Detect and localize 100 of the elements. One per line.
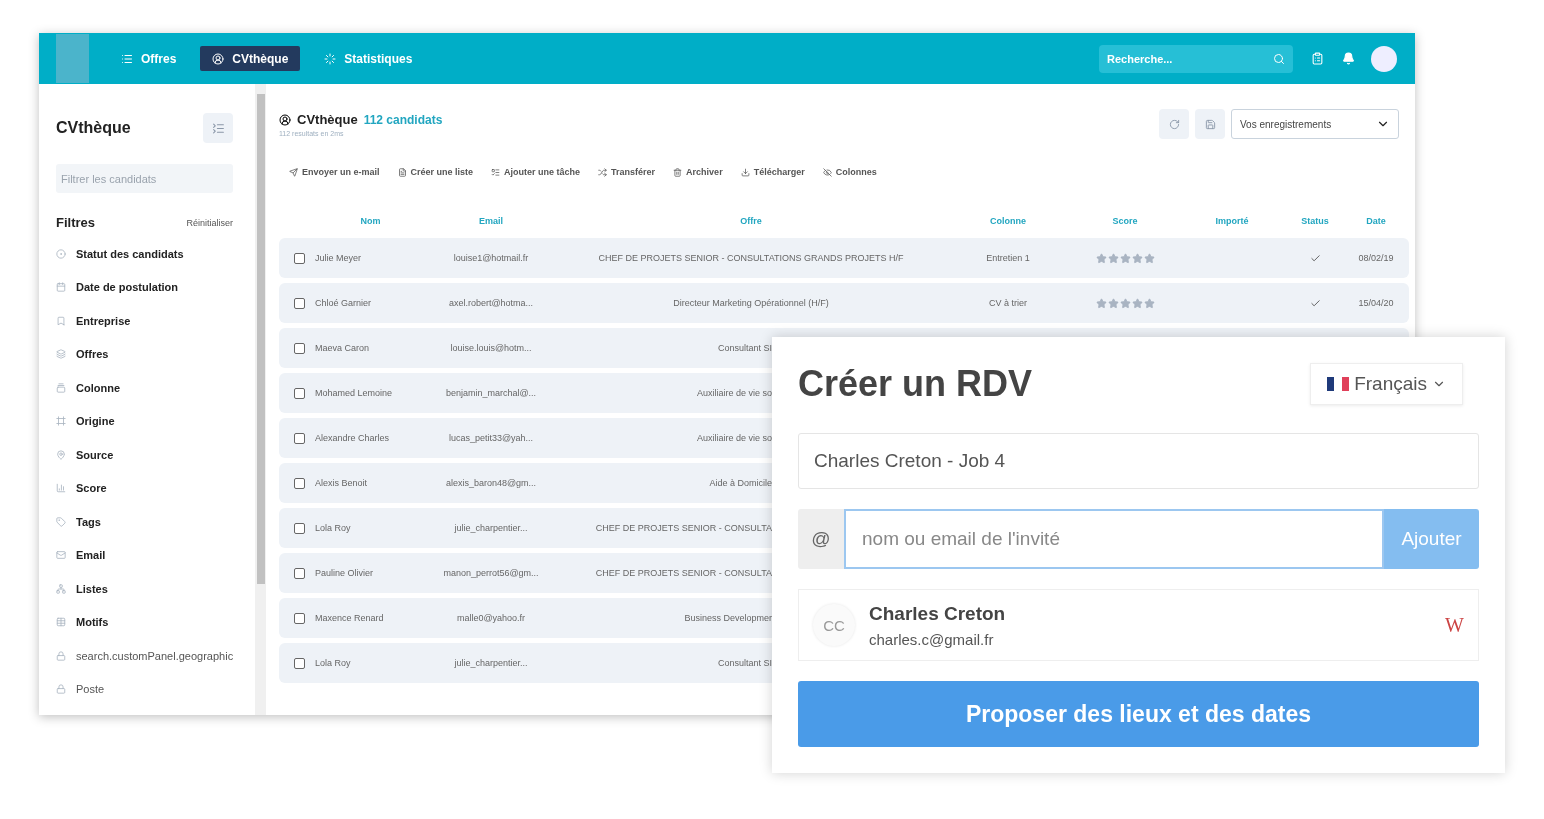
toolbar-action[interactable]: Créer une liste [397,167,474,177]
star-icon [1095,252,1107,264]
table-icon [56,617,66,628]
table-cell-text: Entretien 1 [985,253,1031,263]
star-icon [1095,297,1107,309]
filter-item[interactable]: search.customPanel.geographic [76,649,234,662]
guest-field[interactable]: nom ou email de l'invité [844,509,1384,570]
table-cell-text: Pauline Olivier [315,568,375,578]
refresh-icon [1168,118,1180,130]
filter-item[interactable]: Motifs [76,616,109,629]
filter-item[interactable]: Poste [76,683,105,696]
star-icon [1119,252,1131,264]
star-icon [1107,297,1119,309]
language-dropdown[interactable]: Français [1310,363,1463,405]
table-cell-text: CHEF DE PROJETS SENIOR - CONSULTATIONS GRANDS PROJETS H/F [597,253,905,263]
filter-item[interactable]: Source [76,448,114,461]
flag-icon [1327,377,1350,391]
table-cell-text: Consultant SI [716,343,772,353]
row-checkbox[interactable] [294,387,305,399]
toolbar-action[interactable]: Archiver [673,167,723,177]
lock-icon [56,684,66,695]
table-row[interactable]: Julie Meyer louise1@hotmail.fr CHEF DE PROJETS SENIOR - CONSULTATIONS GRANDS PROJETS H/F Entretien 1 08/02/19 [279,238,1409,278]
stack-icon [56,382,66,393]
sidebar-title: CVthèque [56,119,131,137]
loader-icon [324,52,337,65]
circle-dot-icon [56,248,66,259]
filter-field[interactable]: Filtrer les candidats [56,164,233,193]
star-icon [1131,252,1143,264]
event-title-field[interactable]: Charles Creton - Job 4 [798,433,1479,490]
table-cell-text: Consultant SI [716,658,772,668]
filter-item[interactable]: Score [76,482,107,495]
frame-icon [56,416,66,427]
list-icon [121,52,133,65]
table-cell-text: manon_perrot56@gm... [442,568,540,578]
clipboard-icon[interactable] [1311,52,1324,65]
toolbar-action[interactable]: Télécharger [740,167,805,177]
star-icon [1131,297,1143,309]
layers-icon [56,349,66,360]
toolbar-action[interactable]: Colonnes [822,167,877,177]
toolbar-action[interactable]: Envoyer un e-mail [289,167,380,177]
toolbar-action[interactable]: Transférer [598,167,656,177]
table-cell-text: julie_charpentier... [453,658,529,668]
row-checkbox[interactable] [294,522,305,534]
filter-item[interactable]: Colonne [76,381,120,394]
user-circle-icon [279,113,291,126]
filter-item[interactable]: Email [76,549,106,562]
table-cell-text: Chloé Garnier [315,298,373,308]
pin-icon [56,449,66,460]
table-cell-text: CHEF DE PROJETS SENIOR - CONSULTA [594,523,772,533]
saved-searches-select[interactable]: Vos enregistrements [1231,109,1399,139]
search-icon [1273,52,1285,65]
filter-item[interactable]: Entreprise [76,314,131,327]
network-icon [56,583,66,594]
checklist-icon [491,167,501,177]
search-field[interactable]: Recherche... [1099,44,1293,73]
table-cell-text: axel.robert@hotma... [447,298,535,308]
table-cell-text: Aide à Domicile [708,478,772,488]
table-cell-text: Julie Meyer [315,253,362,263]
reset-link[interactable]: Réinitialiser [186,217,233,228]
row-checkbox[interactable] [294,567,305,579]
page-title: CVthèque [297,112,358,127]
table-cell-text: malle0@yahoo.fr [455,613,527,623]
guest-avatar: CC [813,604,855,647]
table-cell-text: Maxence Renard [315,613,385,623]
tag-icon [56,516,66,527]
table-cell-text: julie_charpentier... [453,523,529,533]
row-checkbox[interactable] [294,297,305,309]
table-cell-text: Lola Roy [315,523,352,533]
filter-item[interactable]: Statut des candidats [76,247,184,260]
row-checkbox[interactable] [294,477,305,489]
send-icon [289,167,298,177]
lock-icon [56,650,66,661]
table-row[interactable]: Chloé Garnier axel.robert@hotma... Directeur Marketing Opérationnel (H/F) CV à trier 15/04/20 [279,283,1409,323]
eye-off-icon [822,167,832,177]
row-checkbox[interactable] [294,612,305,624]
save-icon [1204,118,1216,130]
star-icon [1119,297,1131,309]
filter-item[interactable]: Offres [76,348,109,361]
at-prefix: @ [798,509,844,570]
nav-tab[interactable]: CVthèque [200,46,301,71]
row-checkbox[interactable] [294,432,305,444]
filter-item[interactable]: Listes [76,582,108,595]
bell-icon[interactable] [1342,52,1355,65]
table-cell-text: Mohamed Lemoine [315,388,394,398]
table-cell-text: alexis_baron48@gm... [444,478,538,488]
toolbar-action[interactable]: Ajouter une tâche [491,167,581,177]
filters-heading: Filtres [56,215,95,230]
filter-item[interactable]: Date de postulation [76,281,179,294]
filter-item[interactable]: Tags [76,515,101,528]
row-checkbox[interactable] [294,252,305,264]
table-cell-text: 08/02/19 [1357,253,1395,263]
trash-icon [673,167,683,177]
row-checkbox[interactable] [294,657,305,669]
guest-email: charles.c@gmail.fr [869,630,995,648]
filter-item[interactable]: Origine [76,415,115,428]
table-cell-text: louise1@hotmail.fr [452,253,530,263]
star-icon [1143,252,1155,264]
table-cell-text: Maeva Caron [315,343,371,353]
row-checkbox[interactable] [294,342,305,354]
scrollbar[interactable] [255,84,266,715]
